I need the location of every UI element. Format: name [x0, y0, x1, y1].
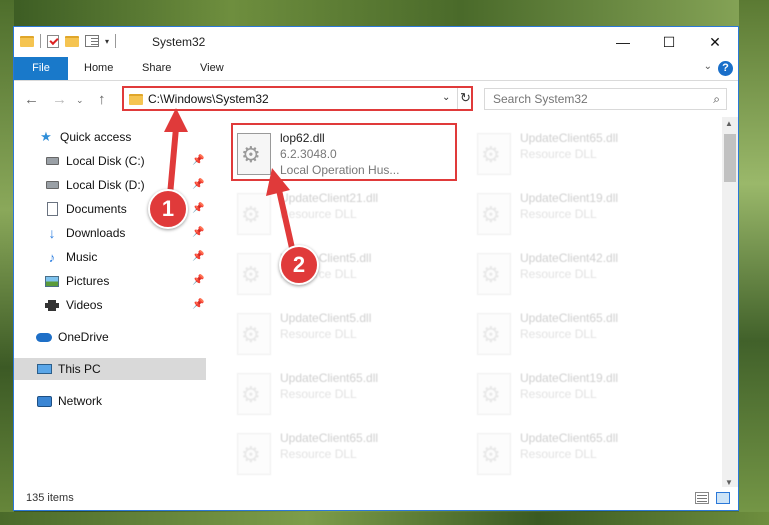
arrow-two: [266, 168, 295, 251]
annotation-arrows: [164, 108, 295, 251]
step-one-badge: 1: [148, 189, 188, 229]
step-two-badge: 2: [279, 245, 319, 285]
arrow-one: [164, 108, 188, 198]
